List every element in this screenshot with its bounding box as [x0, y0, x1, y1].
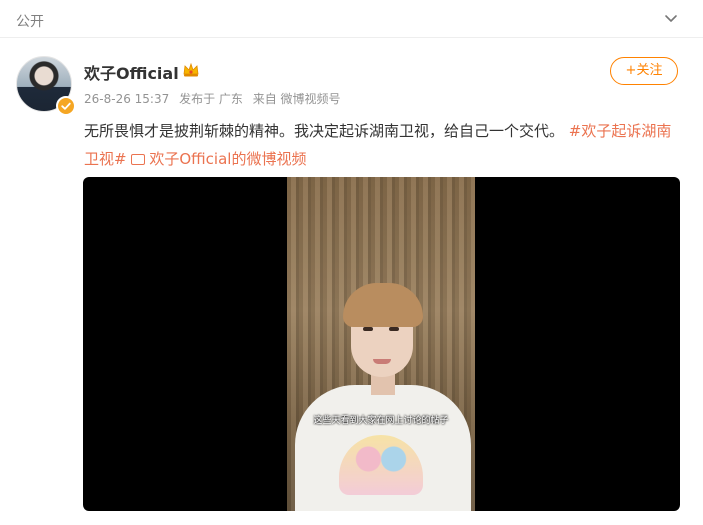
post-source: 来自 微博视频号 — [252, 92, 341, 106]
post-location: 发布于 广东 — [179, 92, 243, 106]
visibility-label: 公开 — [16, 14, 44, 30]
video-subtitle: 这些天看到大家在网上讨论的帖子 — [313, 416, 449, 426]
video-person-mouth — [373, 359, 391, 364]
chevron-down-icon[interactable] — [663, 10, 679, 26]
video-link-label[interactable]: 欢子Official的微博视频 — [149, 150, 306, 168]
video-person-eye — [389, 327, 399, 331]
avatar[interactable] — [16, 56, 76, 116]
follow-button[interactable]: +关注 — [610, 57, 678, 85]
author-name[interactable]: 欢子Official — [84, 60, 179, 84]
post-time[interactable]: 26-8-26 15:37 — [84, 92, 169, 106]
video-link[interactable]: 欢子Official的微博视频 — [131, 150, 306, 168]
verified-badge-icon — [56, 96, 76, 116]
post-meta: 26-8-26 15:37 发布于 广东 来自 微博视频号 — [84, 90, 347, 107]
video-person-hair — [343, 283, 423, 327]
post-header-bar: 公开 — [0, 0, 703, 38]
video-person-eye — [363, 327, 373, 331]
post-body: 无所畏惧才是披荆斩棘的精神。我决定起诉湖南卫视，给自己一个交代。 #欢子起诉湖南… — [84, 117, 684, 173]
video-icon — [131, 154, 146, 165]
crown-icon[interactable] — [182, 62, 200, 78]
video-frame[interactable]: 这些天看到大家在网上讨论的帖子 — [287, 177, 475, 511]
video-player[interactable]: 这些天看到大家在网上讨论的帖子 — [83, 177, 680, 511]
post-text: 无所畏惧才是披荆斩棘的精神。我决定起诉湖南卫视，给自己一个交代。 — [84, 122, 565, 140]
